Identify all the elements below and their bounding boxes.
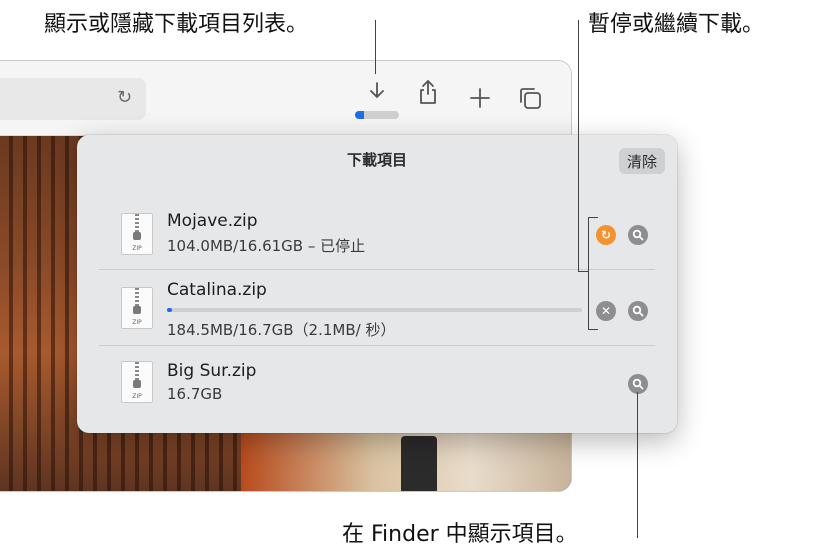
download-progress-bar (167, 308, 582, 312)
download-arrow-icon[interactable] (367, 81, 387, 103)
download-row-catalina[interactable]: ZIP Catalina.zip 184.5MB/16.7GB（2.1MB/ 秒… (77, 271, 677, 345)
download-row-mojave[interactable]: ZIP Mojave.zip 104.0MB/16.61GB – 已停止 ↻ (77, 199, 677, 273)
leader-line-download (375, 20, 376, 74)
callout-show-hide-list: 顯示或隱藏下載項目列表。 (44, 12, 309, 37)
pause-bracket-top (588, 217, 598, 218)
callout-pause-resume: 暫停或繼續下載。 (588, 12, 765, 37)
clear-button[interactable]: 清除 (618, 148, 665, 174)
download-progress-fill (355, 111, 364, 119)
leader-line-pause-horizontal (578, 271, 588, 272)
callout-show-in-finder: 在 Finder 中顯示項目。 (342, 522, 578, 547)
show-in-finder-button[interactable] (628, 374, 648, 394)
row-divider (99, 345, 655, 346)
cancel-button[interactable]: ✕ (596, 301, 616, 321)
street-lamp (401, 436, 437, 491)
show-in-finder-button[interactable] (628, 301, 648, 321)
share-icon[interactable] (418, 79, 438, 105)
file-name: Big Sur.zip (167, 361, 257, 381)
tab-overview-icon[interactable] (518, 86, 542, 110)
plus-icon[interactable] (470, 88, 490, 108)
popover-title: 下載項目 (346, 151, 407, 169)
download-row-bigsur[interactable]: ZIP Big Sur.zip 16.7GB (77, 347, 677, 421)
file-status: 104.0MB/16.61GB – 已停止 (167, 237, 366, 255)
downloads-popover: 下載項目 清除 ZIP Mojave.zip 104.0MB/16.61GB –… (77, 135, 677, 433)
show-in-finder-button[interactable] (628, 225, 648, 245)
magnifier-icon (632, 229, 644, 241)
reload-icon[interactable]: ↻ (117, 87, 132, 108)
zip-file-icon: ZIP (121, 361, 153, 403)
file-name: Mojave.zip (167, 211, 258, 231)
toolbar: ↻ (0, 61, 571, 136)
download-progress-bar-fill (167, 308, 172, 312)
zip-file-icon: ZIP (121, 213, 153, 255)
file-status: 16.7GB (167, 385, 223, 403)
row-divider (99, 269, 655, 270)
file-status: 184.5MB/16.7GB（2.1MB/ 秒） (167, 321, 396, 339)
zip-file-icon: ZIP (121, 287, 153, 329)
magnifier-icon (632, 305, 644, 317)
leader-line-pause-vertical (578, 20, 579, 272)
leader-line-finder (637, 392, 638, 538)
file-name: Catalina.zip (167, 280, 267, 300)
pause-bracket-vertical (588, 217, 589, 330)
resume-button[interactable]: ↻ (596, 225, 616, 245)
magnifier-icon (632, 378, 644, 390)
download-progress-pill[interactable] (355, 111, 399, 119)
pause-bracket-bottom (588, 329, 598, 330)
